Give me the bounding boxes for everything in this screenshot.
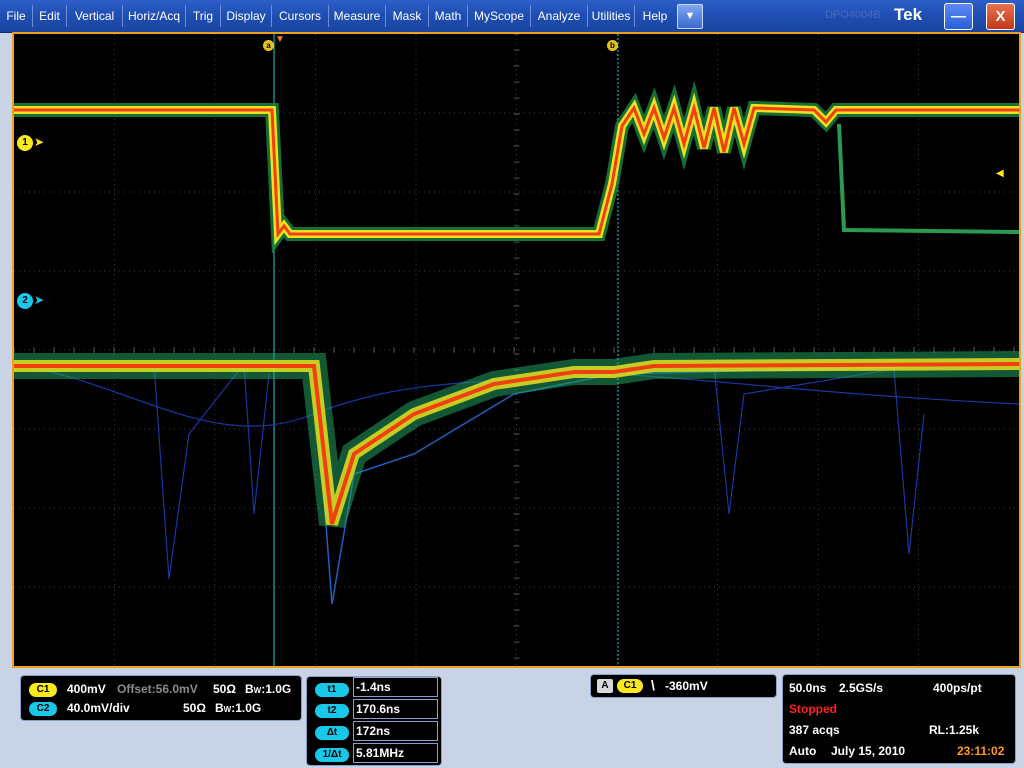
menu-horiz-acq[interactable]: Horiz/Acq <box>123 0 185 32</box>
trigger-mode: Auto <box>789 744 817 758</box>
trigger-level: -360mV <box>665 679 708 693</box>
menu-measure[interactable]: Measure <box>329 0 385 32</box>
ch1-secondary-trace <box>837 123 1019 234</box>
trigger-source-badge: C1 <box>617 679 643 693</box>
menu-dropdown-button[interactable]: ▼ <box>677 4 703 29</box>
ch2-scale: 40.0mV/div <box>67 701 130 715</box>
ch1-offset: Offset:56.0mV <box>117 682 198 696</box>
trigger-mode-badge: A <box>597 679 613 693</box>
sample-rate: 2.5GS/s <box>839 681 884 695</box>
bw-value: :1.0G <box>261 682 292 696</box>
trigger-position-icon[interactable]: ▼ <box>275 34 285 45</box>
close-button[interactable]: X <box>986 3 1015 30</box>
waveform-display[interactable]: 1 ➤ 2 ➤ a b ▼ ◀ <box>12 32 1021 668</box>
cursor-readout-panel[interactable]: t1 -1.4ns t2 170.6ns Δt 172ns 1/Δt 5.81M… <box>306 676 442 766</box>
ch1-scale: 400mV <box>67 682 106 696</box>
horizontal-scale: 50.0ns <box>789 681 827 695</box>
ch2-noise-trace <box>153 362 270 580</box>
cursor-a-tag[interactable]: a <box>263 40 274 51</box>
time: 23:11:02 <box>957 744 1005 758</box>
menu-display[interactable]: Display <box>221 0 271 32</box>
menu-help[interactable]: Help <box>635 0 675 32</box>
ch1-badge: C1 <box>29 683 57 697</box>
cursor-t1-badge: t1 <box>315 683 349 697</box>
menu-file[interactable]: File <box>0 0 32 32</box>
ch2-noise-trace <box>713 365 925 555</box>
trigger-readout-panel[interactable]: A C1 \ -360mV <box>590 674 777 698</box>
cursor-inverse-delta-badge: 1/Δt <box>315 748 349 762</box>
trigger-level-icon[interactable]: ◀ <box>996 168 1004 179</box>
bw-prefix: B <box>215 701 224 715</box>
time-resolution: 400ps/pt <box>933 681 982 695</box>
ch1-persistence-glow <box>14 80 1019 254</box>
ch1-bandwidth: BW:1.0G <box>245 682 291 696</box>
tek-logo: Tek <box>894 5 923 24</box>
menu-bar: File Edit Vertical Horiz/Acq Trig Displa… <box>0 0 1024 33</box>
ch1-waveform <box>14 102 1019 239</box>
cursor-delta-t-badge: Δt <box>315 726 349 740</box>
cursor-t2-value: 170.6ns <box>353 699 438 719</box>
ch1-persistence-mid <box>14 92 1019 246</box>
ch1-impedance: 50Ω <box>213 682 236 696</box>
date: July 15, 2010 <box>831 744 906 758</box>
menu-analyze[interactable]: Analyze <box>531 0 587 32</box>
menu-trig[interactable]: Trig <box>186 0 220 32</box>
falling-edge-icon: \ <box>651 677 655 693</box>
channel1-arrow-icon: ➤ <box>34 135 45 149</box>
menu-vertical[interactable]: Vertical <box>67 0 122 32</box>
cursor-inverse-delta-value: 5.81MHz <box>353 743 438 763</box>
cursor-delta-t-value: 172ns <box>353 721 438 741</box>
model-label: DPO4004B <box>825 9 881 21</box>
record-length: RL:1.25k <box>929 723 980 737</box>
menu-cursors[interactable]: Cursors <box>272 0 328 32</box>
channel1-marker[interactable]: 1 <box>17 135 33 151</box>
bw-prefix: B <box>245 682 254 696</box>
graticule-and-waveforms <box>14 34 1019 666</box>
cursor-b-tag[interactable]: b <box>607 40 618 51</box>
cursor-t2-badge: t2 <box>315 704 349 718</box>
ch2-impedance: 50Ω <box>183 701 206 715</box>
channel2-arrow-icon: ➤ <box>34 293 45 307</box>
cursor-t1-value: -1.4ns <box>353 677 438 697</box>
acquisition-readout-panel[interactable]: 50.0ns 2.5GS/s 400ps/pt Stopped 387 acqs… <box>782 674 1016 764</box>
menu-mask[interactable]: Mask <box>386 0 428 32</box>
ch2-bandwidth: BW:1.0G <box>215 701 261 715</box>
bw-value: :1.0G <box>231 701 262 715</box>
menu-utilities[interactable]: Utilities <box>588 0 634 32</box>
channel2-marker[interactable]: 2 <box>17 293 33 309</box>
ch2-badge: C2 <box>29 702 57 716</box>
menu-math[interactable]: Math <box>429 0 467 32</box>
minimize-button[interactable]: — <box>944 3 973 30</box>
menu-myscope[interactable]: MyScope <box>468 0 530 32</box>
vertical-readout-panel[interactable]: C1 400mV Offset:56.0mV 50Ω BW:1.0G C2 40… <box>20 675 302 721</box>
acquisition-count: 387 acqs <box>789 723 840 737</box>
acquisition-state: Stopped <box>789 702 837 716</box>
menu-edit[interactable]: Edit <box>33 0 66 32</box>
